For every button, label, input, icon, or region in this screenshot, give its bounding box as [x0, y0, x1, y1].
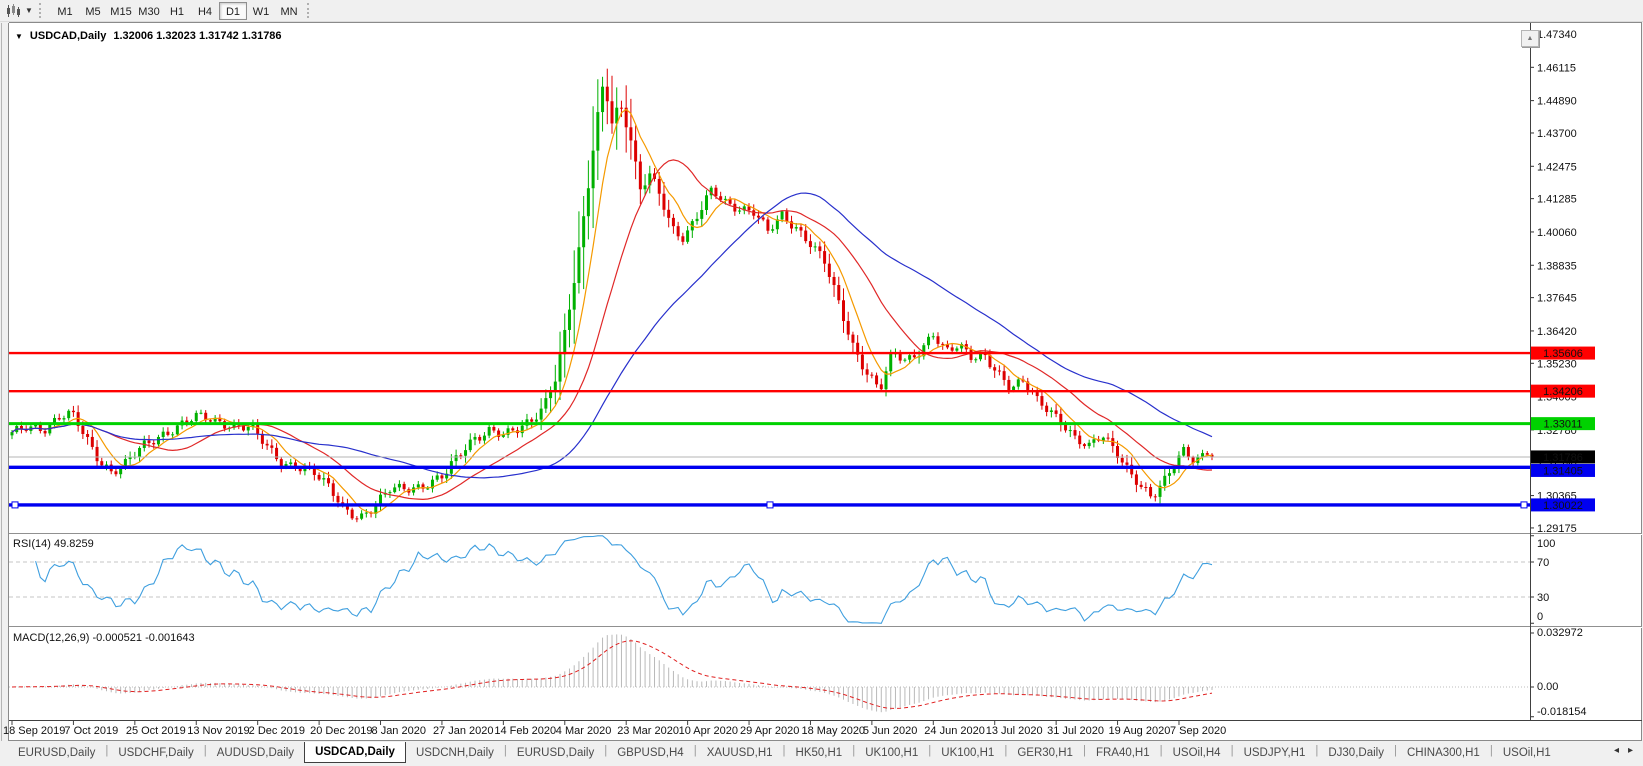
chart-tab-hk50-h1[interactable]: HK50,H1: [786, 742, 853, 763]
time-axis-label: 5 Jun 2020: [863, 725, 917, 737]
time-axis-label: 29 Apr 2020: [740, 725, 799, 737]
price-badge-text: 1.31405: [1543, 465, 1583, 477]
line-drag-handle: [766, 501, 774, 509]
timeframe-button-m15[interactable]: M15: [107, 2, 135, 20]
price-badge-text: 1.33011: [1544, 419, 1583, 431]
time-axis-label: 8 Jan 2020: [372, 725, 426, 737]
price-axis-label: 1.42475: [1537, 161, 1577, 173]
timeframe-button-h4[interactable]: H4: [191, 2, 219, 20]
top-toolbar: ▼ M1 M5 M15 M30 H1 H4 D1 W1 MN: [0, 0, 1643, 22]
rsi-indicator-label: RSI(14) 49.8259: [13, 538, 94, 550]
chart-tab-usdcad-daily[interactable]: USDCAD,Daily: [304, 742, 406, 763]
time-axis-label: 19 Aug 2020: [1109, 725, 1171, 737]
collapse-caret-icon[interactable]: ▼: [15, 32, 23, 41]
time-axis-label: 18 Sep 2019: [3, 725, 65, 737]
macd-axis-label: 0.00: [1537, 681, 1558, 693]
tab-scroll-right-icon[interactable]: ▸: [1628, 745, 1633, 756]
chart-tab-uk100-h1[interactable]: UK100,H1: [931, 742, 1004, 763]
price-badge-text: 1.30022: [1543, 500, 1583, 512]
chart-tab-gbpusd-h4[interactable]: GBPUSD,H4: [607, 742, 693, 763]
price-axis-label: 1.36420: [1537, 326, 1577, 338]
chart-tab-dj30-daily[interactable]: DJ30,Daily: [1318, 742, 1394, 763]
time-axis-label: 7 Oct 2019: [64, 725, 118, 737]
line-drag-handle: [11, 501, 19, 509]
chart-window: 1.47340 1.46115 1.44890 1.43700 1.42475 1.412…: [0, 22, 1643, 742]
chart-tab-china300-h1[interactable]: CHINA300,H1: [1397, 742, 1490, 763]
price-axis-label: 1.35230: [1537, 358, 1577, 370]
time-axis-label: 31 Jul 2020: [1047, 725, 1104, 737]
price-axis-label: 1.40060: [1537, 227, 1577, 239]
chart-canvas[interactable]: 1.47340 1.46115 1.44890 1.43700 1.42475 1.412…: [0, 22, 1643, 742]
chart-tab-usoil-h1[interactable]: USOil,H1: [1493, 742, 1561, 763]
timeframe-button-m1[interactable]: M1: [51, 2, 79, 20]
chart-ohlc-values: 1.32006 1.32023 1.31742 1.31786: [113, 30, 282, 42]
price-axis-label: 1.46115: [1537, 62, 1576, 74]
chart-scroll-button[interactable]: ▲: [1521, 30, 1539, 47]
toolbar-grip-2[interactable]: [307, 3, 315, 18]
chart-tab-usdchf-daily[interactable]: USDCHF,Daily: [108, 742, 203, 763]
toolbar-grip[interactable]: [39, 3, 47, 18]
macd-axis-label: -0.018154: [1537, 706, 1587, 718]
chart-tab-eurusd-daily[interactable]: EURUSD,Daily: [507, 742, 604, 763]
chart-type-icon[interactable]: [3, 2, 23, 20]
line-drag-handle: [1520, 501, 1528, 509]
chart-tab-bar: EURUSD,Daily | USDCHF,Daily | AUDUSD,Daily US…: [0, 742, 1643, 766]
rsi-axis-label: 70: [1537, 557, 1549, 569]
timeframe-button-m30[interactable]: M30: [135, 2, 163, 20]
time-axis-label: 13 Jul 2020: [986, 725, 1043, 737]
time-axis-label: 4 Mar 2020: [556, 725, 612, 737]
chart-type-dropdown-icon[interactable]: ▼: [23, 6, 35, 15]
tab-scroll-arrows: ◂ ▸: [1608, 742, 1643, 756]
price-badge-text: 1.31786: [1543, 452, 1583, 464]
time-axis-label: 25 Oct 2019: [126, 725, 186, 737]
time-axis-label: 23 Mar 2020: [617, 725, 679, 737]
timeframe-button-mn[interactable]: MN: [275, 2, 303, 20]
price-badge-text: 1.34206: [1543, 386, 1583, 398]
timeframe-button-m5[interactable]: M5: [79, 2, 107, 20]
macd-axis-label: 0.032972: [1537, 627, 1583, 639]
candlestick-glyph: [7, 3, 20, 17]
price-badge-text: 1.35606: [1543, 348, 1583, 360]
time-axis-label: 24 Jun 2020: [924, 725, 985, 737]
price-axis-label: 1.38835: [1537, 260, 1577, 272]
time-axis-label: 13 Nov 2019: [187, 725, 249, 737]
chart-tab-eurusd-daily[interactable]: EURUSD,Daily: [8, 742, 105, 763]
chart-tab-usdcnh-daily[interactable]: USDCNH,Daily: [406, 742, 504, 763]
mt4-window: ▼ M1 M5 M15 M30 H1 H4 D1 W1 MN 1.47340 1.46115 1.4…: [0, 0, 1643, 766]
time-axis-label: 2 Dec 2019: [249, 725, 305, 737]
timeframe-buttons: M1 M5 M15 M30 H1 H4 D1 W1 MN: [51, 1, 303, 20]
price-axis-label: 1.43700: [1537, 128, 1577, 140]
chart-tab-uk100-h1[interactable]: UK100,H1: [855, 742, 928, 763]
chart-tab-usdjpy-h1[interactable]: USDJPY,H1: [1234, 742, 1316, 763]
price-axis-label: 1.37645: [1537, 293, 1577, 305]
tab-scroll-left-icon[interactable]: ◂: [1614, 745, 1619, 756]
time-axis-label: 10 Apr 2020: [679, 725, 738, 737]
chart-title: ▼ USDCAD,Daily 1.32006 1.32023 1.31742 1…: [15, 30, 282, 42]
chart-tab-ger30-h1[interactable]: GER30,H1: [1007, 742, 1083, 763]
chart-tab-fra40-h1[interactable]: FRA40,H1: [1086, 742, 1160, 763]
time-axis-label: 20 Dec 2019: [310, 725, 372, 737]
chart-tab-usoil-h4[interactable]: USOil,H4: [1163, 742, 1231, 763]
timeframe-button-d1[interactable]: D1: [219, 1, 247, 20]
timeframe-button-h1[interactable]: H1: [163, 2, 191, 20]
time-axis-label: 14 Feb 2020: [494, 725, 556, 737]
time-axis-label: 27 Jan 2020: [433, 725, 494, 737]
chart-tab-audusd-daily[interactable]: AUDUSD,Daily: [207, 742, 304, 763]
rsi-axis-label: 100: [1537, 538, 1555, 550]
time-axis-label: 7 Sep 2020: [1170, 725, 1226, 737]
time-axis-label: 18 May 2020: [801, 725, 865, 737]
price-axis-label: 1.44890: [1537, 96, 1577, 108]
chart-background: [9, 23, 1641, 741]
chart-tab-xauusd-h1[interactable]: XAUUSD,H1: [697, 742, 783, 763]
rsi-axis-label: 0: [1537, 611, 1543, 623]
timeframe-button-w1[interactable]: W1: [247, 2, 275, 20]
price-axis-label: 1.47340: [1537, 29, 1577, 41]
rsi-axis-label: 30: [1537, 592, 1549, 604]
macd-indicator-label: MACD(12,26,9) -0.000521 -0.001643: [13, 632, 195, 644]
chart-symbol-label: USDCAD,Daily: [29, 30, 107, 42]
price-axis-label: 1.41285: [1537, 194, 1577, 206]
